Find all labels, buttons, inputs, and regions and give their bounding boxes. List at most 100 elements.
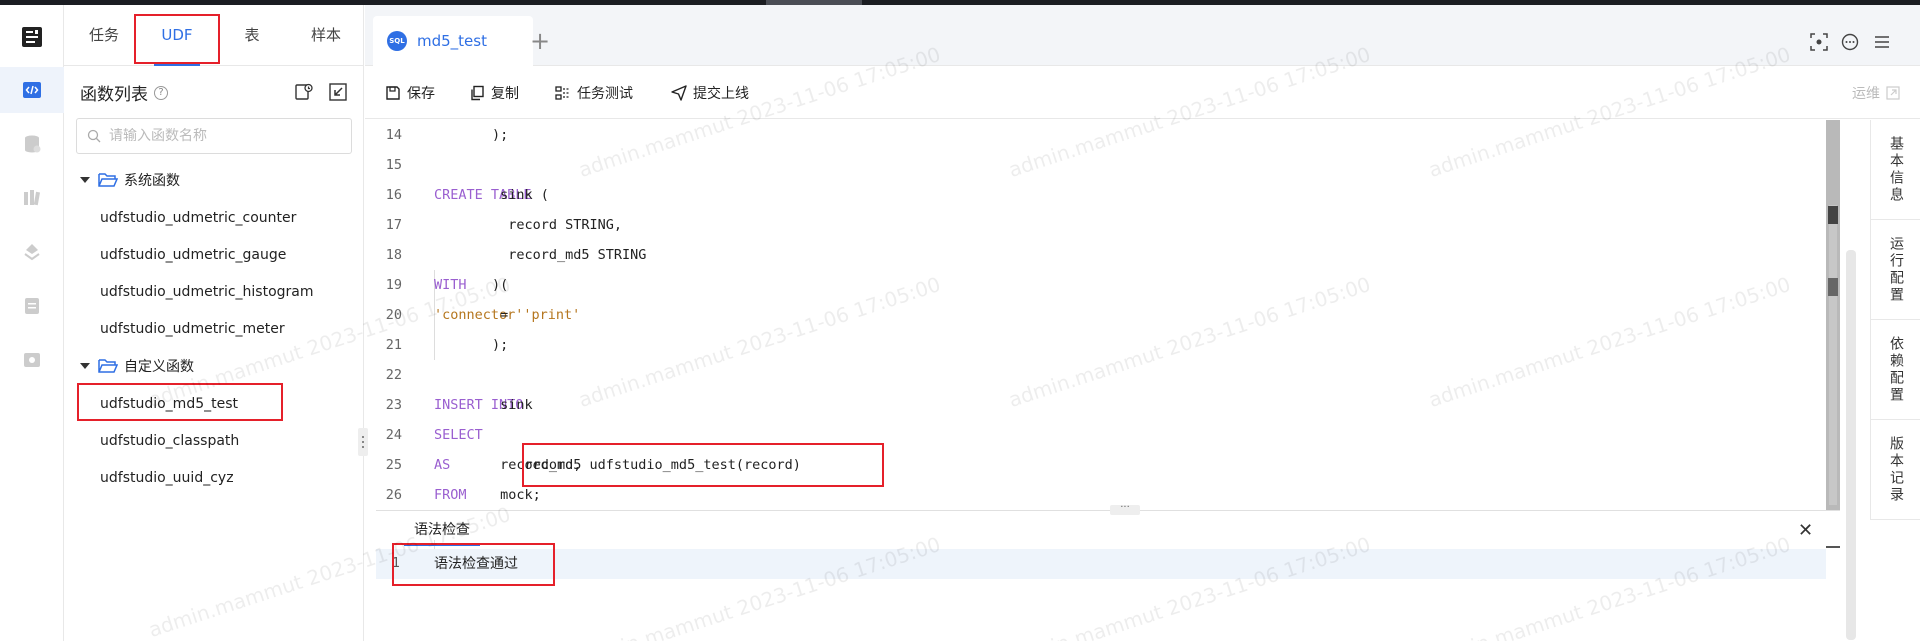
sql-keyword: WITH — [434, 277, 467, 293]
side-tab-basic-info[interactable]: 基本信息 — [1871, 120, 1920, 220]
copy-icon — [471, 85, 484, 100]
line-number: 20 — [385, 307, 402, 323]
add-tab-button[interactable]: + — [530, 29, 550, 53]
tree-item-udmetric-histogram[interactable]: udfstudio_udmetric_histogram — [100, 284, 314, 300]
tree-item-udmetric-counter[interactable]: udfstudio_udmetric_counter — [100, 210, 296, 226]
close-icon[interactable]: ✕ — [1798, 520, 1813, 541]
tab-task[interactable]: 任务 — [72, 5, 136, 66]
page-scrollbar[interactable] — [1846, 250, 1856, 640]
sql-token: record STRING, — [492, 217, 623, 233]
code-line[interactable]: 24 SELECT — [376, 420, 1826, 450]
line-number: 25 — [385, 457, 402, 473]
code-line[interactable]: 20 'connector' = 'print' — [376, 300, 1826, 330]
syntax-check-tab-indicator — [404, 544, 480, 546]
tab-udf[interactable]: UDF — [144, 5, 210, 66]
tree-item-udmetric-meter[interactable]: udfstudio_udmetric_meter — [100, 321, 285, 337]
sql-keyword: AS — [434, 457, 451, 473]
send-icon — [671, 84, 687, 101]
file-tab-md5-test[interactable]: SQL md5_test — [373, 16, 533, 66]
function-panel: 任务 UDF 表 样本 函数列表 ? 系统函数 udfstudio_udmetr… — [64, 5, 364, 641]
rail-develop-icon[interactable] — [0, 67, 64, 113]
sql-file-icon: SQL — [387, 31, 407, 51]
task-test-label: 任务测试 — [577, 85, 633, 102]
sql-token: ); — [492, 127, 509, 143]
code-line[interactable]: 17 record STRING, — [376, 210, 1826, 240]
save-label: 保存 — [407, 85, 435, 102]
caret-down-icon[interactable] — [80, 363, 90, 369]
code-line[interactable]: 25 record, udfstudio_md5_test(record) AS… — [376, 450, 1826, 480]
tab-sample[interactable]: 样本 — [294, 5, 358, 66]
code-line[interactable]: 23 INSERT INTO sink — [376, 390, 1826, 420]
task-test-button[interactable]: 任务测试 — [555, 66, 633, 119]
help-icon[interactable]: ? — [154, 85, 168, 100]
line-number: 21 — [385, 337, 402, 353]
code-text: ) WITH ( — [434, 270, 508, 300]
editor-splitter — [376, 510, 1840, 511]
tree-item-md5-test[interactable]: udfstudio_md5_test — [100, 396, 238, 412]
side-tab-dependency-config[interactable]: 依赖配置 — [1871, 320, 1920, 420]
syntax-result-row: 1 语法检查通过 — [376, 549, 1826, 579]
scroll-thumb[interactable] — [1829, 205, 1837, 505]
code-minimap-scrollbar[interactable] — [1826, 120, 1840, 510]
folder-open-icon — [98, 359, 118, 373]
tree-item-udmetric-gauge[interactable]: udfstudio_udmetric_gauge — [100, 247, 286, 263]
minimap-marker — [1828, 278, 1838, 296]
collapse-panel-icon[interactable] — [328, 82, 348, 102]
caret-down-icon[interactable] — [80, 177, 90, 183]
rail-database-icon[interactable] — [0, 121, 64, 167]
sql-code-editor[interactable]: 14); 15 16 CREATE TABLE sink (17 record STR… — [376, 120, 1826, 570]
tree-group-system[interactable]: 系统函数 — [80, 170, 180, 190]
file-tab-label: md5_test — [417, 32, 487, 50]
line-number: 18 — [385, 247, 402, 263]
code-line[interactable]: 22 — [376, 360, 1826, 390]
operations-button[interactable]: 运维 — [1852, 83, 1900, 103]
code-text: SELECT — [434, 420, 483, 450]
function-search-input[interactable] — [109, 128, 339, 144]
side-tab-label: 版本记录 — [1888, 435, 1904, 504]
app-logo-icon[interactable] — [20, 25, 44, 49]
sql-token: sink — [492, 397, 533, 413]
sql-token: ( — [492, 277, 509, 293]
function-list-title: 函数列表 ? — [80, 80, 168, 105]
code-line[interactable]: 16 CREATE TABLE sink ( — [376, 180, 1826, 210]
sql-keyword: SELECT — [434, 427, 483, 443]
code-line[interactable]: 18 record_md5 STRING — [376, 240, 1826, 270]
search-icon — [87, 129, 101, 143]
code-line[interactable]: 21); — [376, 330, 1826, 360]
code-line[interactable]: 15 — [376, 150, 1826, 180]
code-text: FROM mock; — [434, 480, 541, 510]
line-number: 17 — [385, 217, 402, 233]
tree-item-uuid-cyz[interactable]: udfstudio_uuid_cyz — [100, 470, 234, 486]
sql-keyword: FROM — [434, 487, 467, 503]
line-number: 24 — [385, 427, 402, 443]
sql-token: record_md5 — [492, 457, 582, 473]
sql-token: mock; — [492, 487, 541, 503]
side-tab-run-config[interactable]: 运行配置 — [1871, 220, 1920, 320]
rail-deploy-icon[interactable] — [0, 229, 64, 275]
sql-token: = — [492, 307, 517, 323]
rail-storage-icon[interactable] — [0, 283, 64, 329]
tree-group-custom[interactable]: 自定义函数 — [80, 356, 194, 376]
add-folder-icon[interactable] — [294, 82, 314, 102]
code-line[interactable]: 26 FROM mock; — [376, 480, 1826, 510]
more-options-icon[interactable] — [1841, 33, 1861, 53]
rail-monitor-icon[interactable] — [0, 337, 64, 383]
save-button[interactable]: 保存 — [385, 66, 435, 119]
rail-library-icon[interactable] — [0, 175, 64, 221]
copy-button[interactable]: 复制 — [469, 66, 519, 119]
code-line[interactable]: 19) WITH ( — [376, 270, 1826, 300]
line-number: 22 — [385, 367, 402, 383]
tab-table[interactable]: 表 — [220, 5, 284, 66]
split-resize-handle[interactable]: ··· — [1110, 503, 1140, 515]
external-link-icon — [1886, 86, 1900, 100]
screenshot-icon[interactable] — [1810, 33, 1830, 53]
code-line[interactable]: 14); — [376, 120, 1826, 150]
submit-online-button[interactable]: 提交上线 — [671, 66, 749, 119]
side-tab-label: 基本信息 — [1888, 135, 1904, 204]
function-list-title-text: 函数列表 — [80, 85, 148, 105]
menu-icon[interactable] — [1873, 33, 1893, 53]
syntax-check-tab[interactable]: 语法检查 — [414, 519, 470, 539]
side-tab-version-history[interactable]: 版本记录 — [1871, 420, 1920, 520]
tree-item-classpath[interactable]: udfstudio_classpath — [100, 433, 239, 449]
panel-resize-handle[interactable] — [358, 428, 368, 456]
